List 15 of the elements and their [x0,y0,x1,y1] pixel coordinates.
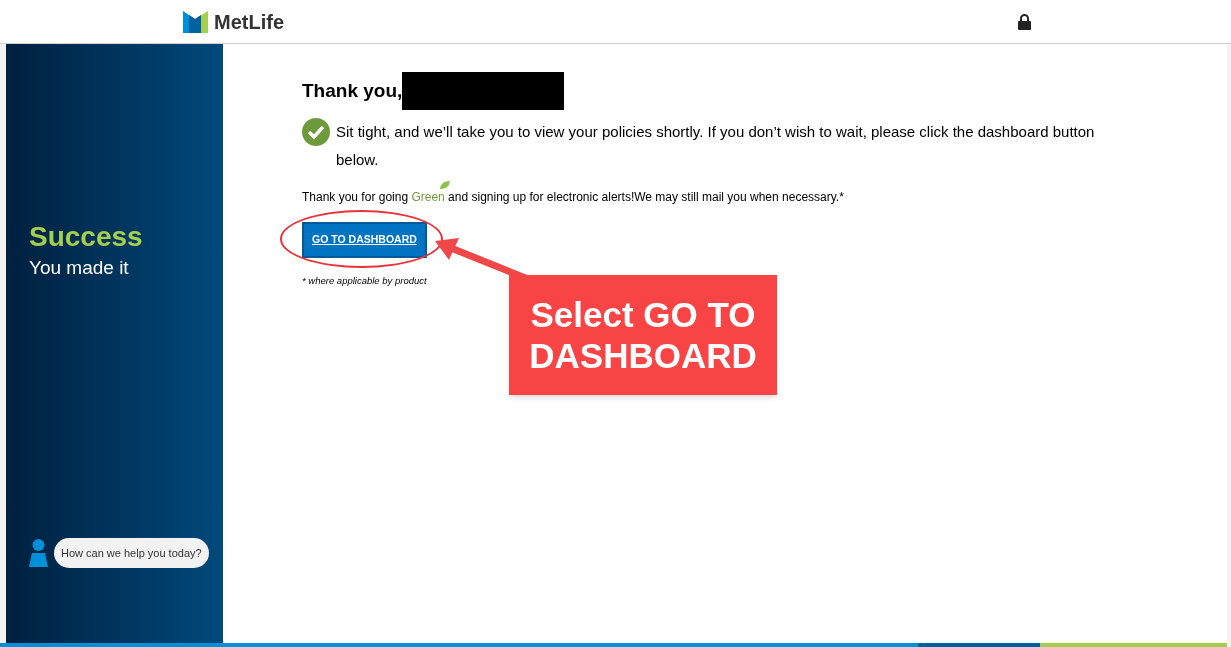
success-title: Success [29,220,144,254]
chat-bubble[interactable]: How can we help you today? [54,537,209,568]
footnote: * where applicable by product [302,273,428,288]
person-icon [29,538,48,567]
lock-icon [1018,13,1031,30]
leaf-icon [438,180,451,190]
logo-text: MetLife [214,9,284,35]
thank-you-heading: Thank you, [302,78,403,103]
success-subtitle: You made it [29,256,130,280]
redirect-message: Sit tight, and we’ll take you to view your policies shortly. If you don’t wish to wait, please click the dashboard button below. [336,122,1096,170]
alerts-note: Thank you for going Green and signing up for electronic alerts!We may still mail you when necessary.* [302,188,1137,206]
dashboard-button[interactable]: GO TO DASHBOARD [302,222,427,258]
callout-box: Select GO TO DASHBOARD [509,275,777,395]
logo-icon [183,10,208,33]
check-circle-icon [302,118,330,146]
